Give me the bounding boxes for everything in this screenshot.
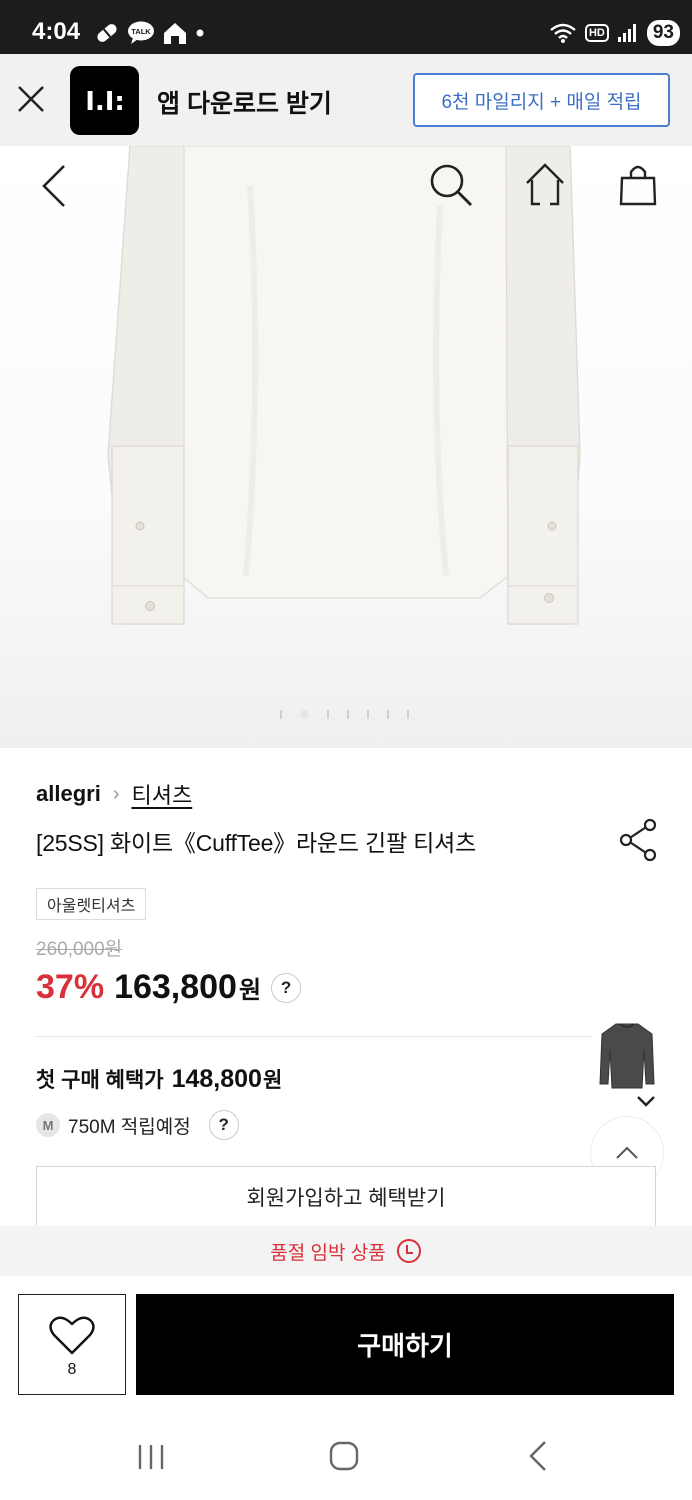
- price-help-button[interactable]: ?: [271, 972, 302, 1003]
- soldout-notice-text: 품절 임박 상품: [270, 1242, 386, 1264]
- original-price: 260,000원: [36, 939, 123, 960]
- recent-apps-button[interactable]: [136, 1442, 166, 1472]
- carousel-dot: [327, 710, 329, 719]
- close-icon: [18, 86, 44, 112]
- home-button[interactable]: [524, 162, 566, 208]
- price-row: 37% 163,800 원 ?: [36, 968, 302, 1007]
- signup-benefit-button[interactable]: 회원가입하고 혜택받기: [36, 1166, 656, 1226]
- dot-icon: [196, 29, 204, 37]
- carousel-dot: [407, 710, 409, 719]
- status-bar: 4:04 TALK HD 93: [0, 0, 692, 54]
- wishlist-button[interactable]: 8: [18, 1294, 126, 1395]
- system-navigation-bar: [0, 1410, 692, 1500]
- shirt-thumbnail-image: [599, 1023, 655, 1089]
- product-photo: [107, 146, 581, 625]
- status-time: 4:04: [32, 18, 81, 45]
- carousel-dot: [367, 710, 369, 719]
- mileage-badge: M: [36, 1113, 60, 1137]
- recent-product-thumbnail[interactable]: [596, 1020, 658, 1094]
- category-link[interactable]: 티셔츠: [131, 778, 192, 810]
- first-purchase-benefit: 첫 구매 혜택가 148,800 원: [36, 1064, 282, 1094]
- chevron-up-icon: [616, 1146, 638, 1159]
- heart-icon: [49, 1316, 95, 1355]
- carousel-indicator: [280, 710, 409, 719]
- first-purchase-label: 첫 구매 혜택가: [36, 1069, 164, 1092]
- talk-icon: TALK: [128, 21, 154, 44]
- shopping-bag-icon: [619, 165, 657, 206]
- app-logo-mark: I.I:: [85, 87, 125, 116]
- search-icon: [430, 164, 472, 206]
- share-icon: [619, 818, 657, 862]
- breadcrumb-chevron-icon: ›: [112, 782, 120, 805]
- app-logo-text: I.I:: [85, 87, 125, 116]
- back-system-button[interactable]: [526, 1440, 550, 1472]
- divider: [36, 1036, 592, 1037]
- recent-apps-icon: [138, 1445, 164, 1469]
- share-button[interactable]: [618, 818, 660, 862]
- first-purchase-price: 148,800: [171, 1065, 262, 1093]
- back-button[interactable]: [38, 164, 72, 208]
- app-download-banner: I.I: 앱 다운로드 받기 6천 마일리지 + 매일 적립: [0, 54, 692, 146]
- carousel-dot: [387, 710, 389, 719]
- price-currency: 원: [238, 977, 262, 1004]
- banner-title: 앱 다운로드 받기: [157, 90, 332, 118]
- soldout-notice-bar: 품절 임박 상품: [0, 1226, 692, 1276]
- discount-rate: 37%: [36, 968, 105, 1006]
- back-icon: [42, 165, 65, 207]
- status-system-icons: HD 93: [549, 18, 680, 48]
- app-logo: I.I:: [70, 66, 139, 135]
- purchase-bar: 8 구매하기: [0, 1276, 692, 1410]
- search-button[interactable]: [428, 162, 474, 208]
- mileage-help-button[interactable]: ?: [208, 1110, 239, 1140]
- brand-link[interactable]: allegri: [36, 781, 101, 807]
- carousel-dot-active: [300, 710, 309, 719]
- battery-level: 93: [646, 20, 680, 46]
- product-tag[interactable]: 아울렛티셔츠: [36, 888, 147, 920]
- clock-icon: [396, 1239, 421, 1263]
- chevron-down-icon: [637, 1096, 655, 1107]
- mileage-text: 750M 적립예정: [68, 1116, 191, 1138]
- carousel-dot: [347, 710, 349, 719]
- cart-button[interactable]: [618, 162, 658, 208]
- wishlist-count: 8: [67, 1361, 77, 1378]
- first-purchase-currency: 원: [262, 1069, 283, 1092]
- house-notification-icon: [164, 23, 186, 44]
- thumbnail-expand-button[interactable]: [634, 1092, 658, 1110]
- back-system-icon: [529, 1441, 546, 1471]
- status-notification-icons: TALK: [94, 18, 205, 48]
- carousel-dot: [280, 710, 282, 719]
- home-system-icon: [329, 1441, 359, 1471]
- breadcrumb: allegri › 티셔츠: [36, 778, 192, 810]
- buy-button[interactable]: 구매하기: [136, 1294, 674, 1395]
- signal-icon: [617, 24, 636, 42]
- close-banner-button[interactable]: [14, 82, 48, 116]
- talk-badge-text: TALK: [131, 27, 151, 36]
- home-system-button[interactable]: [328, 1440, 360, 1472]
- wifi-icon: [550, 23, 576, 43]
- hd-badge: HD: [584, 24, 609, 42]
- product-image-carousel[interactable]: [0, 146, 692, 748]
- sale-price: 163,800: [114, 968, 237, 1006]
- mileage-row: M 750M 적립예정 ?: [36, 1110, 239, 1140]
- product-title: [25SS] 화이트《CuffTee》라운드 긴팔 티셔츠: [36, 830, 477, 856]
- home-icon: [526, 163, 564, 206]
- app-promo-button[interactable]: 6천 마일리지 + 매일 적립: [413, 73, 670, 127]
- pill-icon: [97, 24, 117, 42]
